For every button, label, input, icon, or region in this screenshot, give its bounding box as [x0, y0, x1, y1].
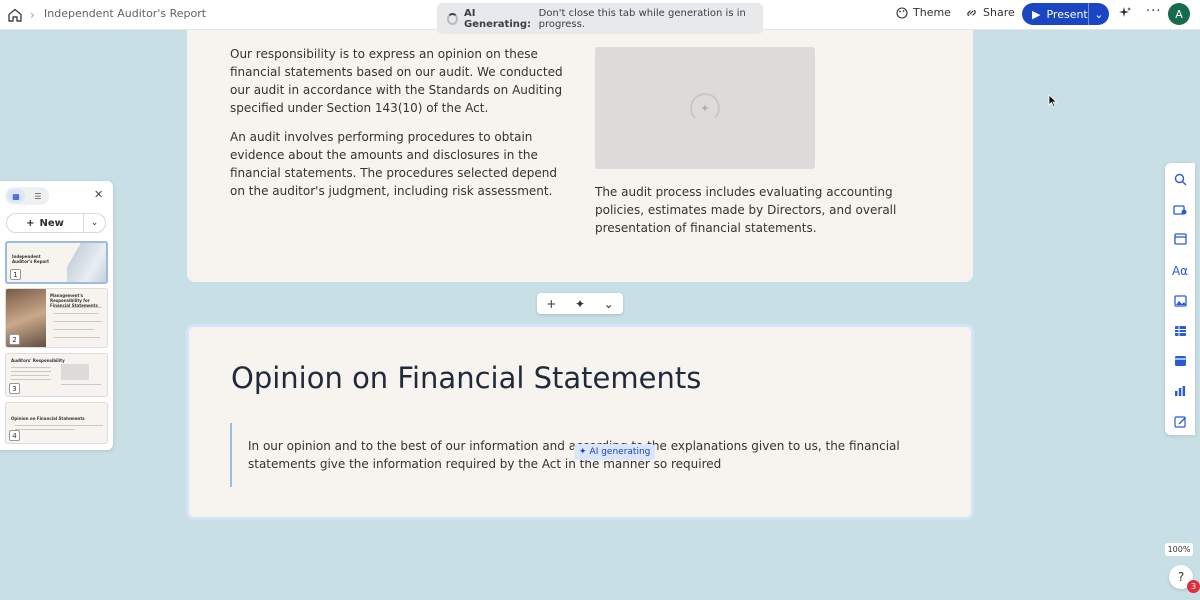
right-tools: Aα: [1165, 163, 1195, 435]
ai-banner-message: Don't close this tab while generation is…: [538, 7, 746, 30]
share-label: Share: [983, 6, 1015, 19]
ai-banner-label: AI Generating:: [463, 7, 532, 30]
insert-toolbar: + ✦ ⌄: [537, 293, 623, 314]
left-column: Our responsibility is to express an opin…: [230, 45, 570, 211]
right-column: The audit process includes evaluating ac…: [595, 183, 925, 248]
present-label: Present: [1046, 7, 1088, 21]
add-icon[interactable]: +: [546, 297, 556, 311]
link-icon: [967, 9, 976, 16]
embed-icon[interactable]: [1172, 353, 1188, 369]
thumb-number: 1: [10, 269, 21, 280]
share-button[interactable]: Share: [965, 6, 1015, 19]
thumb-title: Opinion on Financial Statements: [11, 416, 85, 421]
close-icon[interactable]: ✕: [94, 188, 103, 201]
present-button[interactable]: ▶ Present ⌄: [1022, 3, 1109, 25]
list-view-icon[interactable]: ☰: [29, 189, 47, 203]
thumb-title: Auditors' Responsibility: [11, 358, 65, 363]
grid-view-icon[interactable]: ▦: [7, 189, 25, 203]
search-icon[interactable]: [1172, 171, 1188, 187]
ai-generating-badge: ✦ AI generating: [574, 444, 656, 460]
add-icon: +: [26, 217, 35, 229]
loading-spinner-icon: [447, 12, 458, 25]
zoom-level[interactable]: 100%: [1165, 543, 1193, 556]
chart-icon[interactable]: [1172, 383, 1188, 399]
slide-opinion[interactable]: Opinion on Financial Statements In our o…: [186, 324, 974, 520]
avatar[interactable]: A: [1168, 3, 1190, 25]
slide-thumbnail[interactable]: Management's Responsibility for Financia…: [5, 288, 108, 348]
more-icon[interactable]: ···: [1146, 4, 1161, 19]
thumb-number: 2: [9, 334, 20, 345]
thumb-number: 4: [9, 430, 20, 441]
view-toggle: ▦ ☰: [5, 187, 49, 205]
new-label: New: [39, 217, 64, 229]
sparkle-icon: ✦: [579, 447, 587, 457]
slide-title[interactable]: Opinion on Financial Statements: [231, 361, 701, 395]
loading-spinner-icon: ✦: [690, 93, 720, 123]
palette-icon: [896, 6, 908, 19]
table-icon[interactable]: [1172, 323, 1188, 339]
chevron-down-icon[interactable]: ⌄: [83, 214, 105, 232]
play-icon: ▶: [1032, 7, 1041, 21]
edit-icon[interactable]: [1172, 413, 1188, 429]
slide-thumbnail[interactable]: Independent Auditor's Report 1: [5, 241, 108, 284]
add-card-icon[interactable]: [1172, 201, 1188, 217]
slide-thumbnail[interactable]: Opinion on Financial Statements 4: [5, 402, 108, 444]
chevron-right-icon: ›: [30, 8, 35, 22]
layout-icon[interactable]: [1172, 231, 1188, 247]
chevron-down-icon: ⌄: [1094, 7, 1104, 21]
paragraph[interactable]: The audit process includes evaluating ac…: [595, 183, 925, 237]
home-icon[interactable]: [7, 7, 23, 23]
theme-button[interactable]: Theme: [896, 6, 951, 19]
image-icon[interactable]: [1172, 293, 1188, 309]
paragraph[interactable]: An audit involves performing procedures …: [230, 128, 570, 200]
text-style-icon[interactable]: Aα: [1172, 263, 1188, 279]
thumb-number: 3: [9, 383, 20, 394]
sparkle-icon[interactable]: ✦: [575, 297, 585, 311]
new-slide-button[interactable]: + New ⌄: [6, 213, 106, 233]
image-placeholder[interactable]: ✦: [595, 47, 815, 169]
ai-badge-label: AI generating: [589, 447, 651, 457]
theme-label: Theme: [913, 6, 951, 19]
present-dropdown[interactable]: ⌄: [1087, 3, 1109, 25]
thumb-image: [61, 364, 89, 380]
sparkle-icon[interactable]: [1118, 6, 1132, 20]
slide-thumbnail[interactable]: Auditors' Responsibility 3: [5, 353, 108, 397]
thumb-title: Independent Auditor's Report: [12, 254, 50, 264]
slides-panel: ▦ ☰ ✕ + New ⌄ Independent Auditor's Repor…: [0, 181, 113, 450]
mouse-cursor-icon: [1048, 94, 1058, 108]
slide-auditors-responsibility[interactable]: Our responsibility is to express an opin…: [187, 30, 973, 282]
thumb-title: Management's Responsibility for Financia…: [50, 293, 98, 308]
chevron-down-icon[interactable]: ⌄: [604, 297, 614, 311]
breadcrumb-title[interactable]: Independent Auditor's Report: [44, 7, 206, 20]
thumb-image: [67, 243, 106, 282]
paragraph[interactable]: Our responsibility is to express an opin…: [230, 45, 570, 117]
ai-generating-banner: AI Generating: Don't close this tab whil…: [437, 3, 763, 34]
notification-badge: 3: [1187, 580, 1200, 593]
